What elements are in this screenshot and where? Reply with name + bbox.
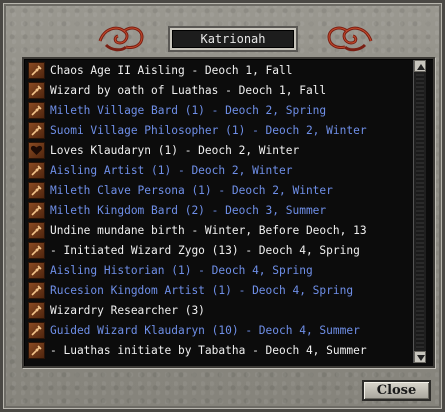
close-button[interactable]: Close	[362, 380, 431, 401]
staff-icon	[28, 162, 45, 179]
legend-mark-row[interactable]: Wizardry Researcher (3)	[28, 301, 412, 321]
legend-list[interactable]: Chaos Age II Aisling - Deoch 1, Fall Wiza…	[22, 57, 435, 368]
legend-mark-text: Mileth Kingdom Bard (2) - Deoch 3, Summe…	[50, 204, 327, 217]
staff-icon	[28, 182, 45, 199]
legend-mark-row[interactable]: Aisling Historian (1) - Deoch 4, Spring	[28, 261, 412, 281]
staff-icon	[28, 342, 45, 359]
staff-icon	[28, 302, 45, 319]
legend-mark-text: Undine mundane birth - Winter, Before De…	[50, 224, 367, 237]
scroll-track[interactable]	[416, 74, 424, 349]
legend-mark-text: Aisling Historian (1) - Deoch 4, Spring	[50, 264, 313, 277]
scroll-up-button[interactable]	[414, 60, 426, 72]
staff-icon	[28, 322, 45, 339]
legend-mark-text: Wizard by oath of Luathas - Deoch 1, Fal…	[50, 84, 327, 97]
staff-icon	[28, 102, 45, 119]
legend-mark-row[interactable]: Chaos Age II Aisling - Deoch 1, Fall	[28, 61, 412, 81]
dragon-ornament-right	[327, 26, 373, 52]
legend-mark-text: Suomi Village Philosopher (1) - Deoch 2,…	[50, 124, 367, 137]
staff-icon	[28, 202, 45, 219]
staff-icon	[28, 242, 45, 259]
dragon-ornament-left	[98, 26, 144, 52]
legend-mark-text: Mileth Village Bard (1) - Deoch 2, Sprin…	[50, 104, 327, 117]
scroll-down-button[interactable]	[414, 351, 426, 363]
legend-mark-text: - Luathas initiate by Tabatha - Deoch 4,…	[50, 344, 367, 357]
legend-mark-text: Loves Klaudaryn (1) - Deoch 2, Winter	[50, 144, 300, 157]
legend-mark-row[interactable]: Suomi Village Philosopher (1) - Deoch 2,…	[28, 121, 412, 141]
legend-mark-text: Guided Wizard Klaudaryn (10) - Deoch 4, …	[50, 324, 360, 337]
legend-mark-row[interactable]: Mileth Village Bard (1) - Deoch 2, Sprin…	[28, 101, 412, 121]
arrow-up-icon	[417, 64, 425, 70]
legend-window: Katrionah Chaos Age II Aisling - Deoch 1…	[0, 0, 445, 412]
legend-mark-row[interactable]: Loves Klaudaryn (1) - Deoch 2, Winter	[28, 141, 412, 161]
legend-mark-row[interactable]: Mileth Clave Persona (1) - Deoch 2, Wint…	[28, 181, 412, 201]
staff-icon	[28, 122, 45, 139]
arrow-down-icon	[417, 355, 425, 361]
legend-mark-row[interactable]: Wizard by oath of Luathas - Deoch 1, Fal…	[28, 81, 412, 101]
legend-mark-row[interactable]: - Initiated Wizard Zygo (13) - Deoch 4, …	[28, 241, 412, 261]
staff-icon	[28, 282, 45, 299]
legend-mark-row[interactable]: - Luathas initiate by Tabatha - Deoch 4,…	[28, 341, 412, 361]
legend-mark-text: Aisling Artist (1) - Deoch 2, Winter	[50, 164, 293, 177]
legend-mark-text: Mileth Clave Persona (1) - Deoch 2, Wint…	[50, 184, 333, 197]
heart-icon	[28, 142, 45, 159]
vertical-scrollbar[interactable]	[413, 60, 426, 363]
staff-icon	[28, 62, 45, 79]
legend-mark-row[interactable]: Mileth Kingdom Bard (2) - Deoch 3, Summe…	[28, 201, 412, 221]
staff-icon	[28, 262, 45, 279]
staff-icon	[28, 222, 45, 239]
legend-mark-text: Wizardry Researcher (3)	[50, 304, 205, 317]
legend-mark-row[interactable]: Rucesion Kingdom Artist (1) - Deoch 4, S…	[28, 281, 412, 301]
window-title: Katrionah	[170, 28, 296, 50]
legend-mark-row[interactable]: Aisling Artist (1) - Deoch 2, Winter	[28, 161, 412, 181]
legend-mark-text: Rucesion Kingdom Artist (1) - Deoch 4, S…	[50, 284, 354, 297]
legend-mark-text: Chaos Age II Aisling - Deoch 1, Fall	[50, 64, 293, 77]
legend-mark-row[interactable]: Guided Wizard Klaudaryn (10) - Deoch 4, …	[28, 321, 412, 341]
staff-icon	[28, 82, 45, 99]
legend-mark-row[interactable]: Undine mundane birth - Winter, Before De…	[28, 221, 412, 241]
legend-mark-text: - Initiated Wizard Zygo (13) - Deoch 4, …	[50, 244, 360, 257]
